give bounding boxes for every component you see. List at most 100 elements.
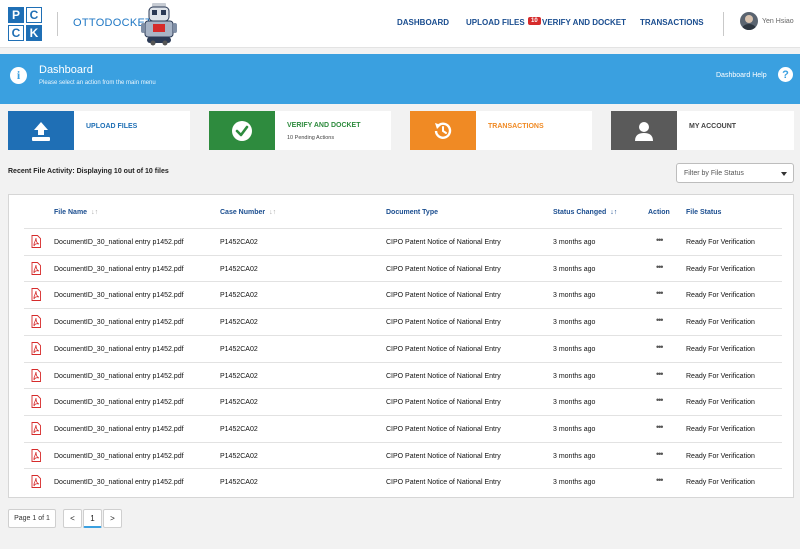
pdf-file-icon: [31, 341, 41, 355]
more-actions-icon[interactable]: •••: [656, 315, 664, 325]
file-status-cell: Ready For Verification: [686, 292, 755, 300]
status-changed-cell: 3 months ago: [553, 265, 596, 273]
logo-letter: K: [26, 25, 42, 41]
verify-count-badge: 10: [528, 17, 541, 25]
more-actions-icon[interactable]: •••: [656, 395, 664, 405]
case-number-cell: P1452CA02: [220, 479, 258, 487]
more-actions-icon[interactable]: •••: [656, 342, 664, 352]
document-type-cell: CIPO Patent Notice of National Entry: [386, 399, 501, 407]
verify-and-docket-label: VERIFY AND DOCKET: [287, 122, 361, 129]
document-type-cell: CIPO Patent Notice of National Entry: [386, 319, 501, 327]
page-1-button[interactable]: 1: [83, 509, 102, 528]
sort-active-icon[interactable]: ↓↑: [610, 209, 617, 216]
status-changed-cell: 3 months ago: [553, 292, 596, 300]
table-row[interactable]: DocumentID_30_national entry p1452.pdf P1…: [24, 414, 782, 442]
file-name-cell[interactable]: DocumentID_30_national entry p1452.pdf: [54, 346, 184, 353]
help-icon[interactable]: ?: [778, 67, 793, 82]
my-account-card[interactable]: MY ACCOUNT: [611, 111, 794, 150]
more-actions-icon[interactable]: •••: [656, 288, 664, 298]
document-type-cell: CIPO Patent Notice of National Entry: [386, 425, 501, 433]
nav-dashboard[interactable]: DASHBOARD: [397, 18, 449, 27]
upload-icon: [8, 111, 74, 150]
table-row[interactable]: DocumentID_30_national entry p1452.pdf P1…: [24, 308, 782, 335]
pdf-file-icon: [31, 288, 41, 302]
column-header-document-type: Document Type: [386, 209, 438, 216]
document-type-cell: CIPO Patent Notice of National Entry: [386, 345, 501, 353]
file-status-cell: Ready For Verification: [686, 452, 755, 460]
table-row[interactable]: DocumentID_30_national entry p1452.pdf P1…: [24, 468, 782, 495]
file-name-cell[interactable]: DocumentID_30_national entry p1452.pdf: [54, 239, 184, 246]
more-actions-icon[interactable]: •••: [656, 475, 664, 485]
table-row[interactable]: DocumentID_30_national entry p1452.pdf P1…: [24, 388, 782, 415]
case-number-cell: P1452CA02: [220, 425, 258, 433]
case-number-cell: P1452CA02: [220, 239, 258, 246]
case-number-cell: P1452CA02: [220, 399, 258, 407]
pcck-logo[interactable]: P C C K: [8, 7, 42, 41]
file-name-cell[interactable]: DocumentID_30_national entry p1452.pdf: [54, 426, 184, 433]
user-avatar[interactable]: [740, 12, 758, 30]
more-actions-icon[interactable]: •••: [656, 422, 664, 432]
upload-files-label: UPLOAD FILES: [86, 123, 138, 130]
nav-upload-files[interactable]: UPLOAD FILES: [466, 18, 525, 27]
file-status-cell: Ready For Verification: [686, 239, 755, 246]
table-row[interactable]: DocumentID_30_national entry p1452.pdf P1…: [24, 441, 782, 469]
header-label: File Status: [686, 209, 722, 216]
pdf-file-icon: [31, 261, 41, 275]
transactions-card[interactable]: TRANSACTIONS: [410, 111, 592, 150]
status-changed-cell: 3 months ago: [553, 452, 596, 460]
table-row[interactable]: DocumentID_30_national entry p1452.pdf P1…: [24, 334, 782, 362]
nav-transactions[interactable]: TRANSACTIONS: [640, 18, 704, 27]
recent-activity-title: Recent File Activity: Displaying 10 out …: [8, 168, 169, 175]
status-changed-cell: 3 months ago: [553, 399, 596, 407]
robot-mascot-icon: [141, 3, 177, 46]
status-changed-cell: 3 months ago: [553, 372, 596, 380]
prev-page-button[interactable]: <: [63, 509, 82, 528]
table-row[interactable]: DocumentID_30_national entry p1452.pdf P1…: [24, 228, 782, 255]
file-name-cell[interactable]: DocumentID_30_national entry p1452.pdf: [54, 292, 184, 299]
header-label: Case Number: [220, 209, 266, 216]
column-header-case-number[interactable]: Case Number ↓↑: [220, 209, 276, 216]
logo-letter: C: [26, 7, 42, 23]
nav-verify-and-docket[interactable]: VERIFY AND DOCKET: [542, 18, 626, 27]
info-icon: i: [10, 67, 27, 84]
file-name-cell[interactable]: DocumentID_30_national entry p1452.pdf: [54, 319, 184, 326]
header-label: Status Changed: [553, 209, 607, 216]
file-name-cell[interactable]: DocumentID_30_national entry p1452.pdf: [54, 266, 184, 273]
pdf-file-icon: [31, 315, 41, 329]
column-header-file-status: File Status: [686, 209, 721, 216]
more-actions-icon[interactable]: •••: [656, 449, 664, 459]
column-header-file-name[interactable]: File Name ↓↑: [54, 209, 98, 216]
document-type-cell: CIPO Patent Notice of National Entry: [386, 372, 501, 380]
top-navbar: P C C K OTTODOCKET DASHBOARD UPLOAD FILE…: [0, 0, 800, 48]
next-page-button[interactable]: >: [103, 509, 122, 528]
dashboard-help-link[interactable]: Dashboard Help: [716, 72, 767, 79]
case-number-cell: P1452CA02: [220, 319, 258, 327]
logo-divider: [57, 12, 58, 36]
file-name-cell[interactable]: DocumentID_30_national entry p1452.pdf: [54, 373, 184, 380]
transactions-label: TRANSACTIONS: [488, 123, 544, 130]
verify-and-docket-card[interactable]: VERIFY AND DOCKET 10 Pending Actions: [209, 111, 391, 150]
user-icon: [611, 111, 677, 150]
pdf-file-icon: [31, 421, 41, 435]
file-status-cell: Ready For Verification: [686, 345, 755, 353]
more-actions-icon[interactable]: •••: [656, 235, 664, 245]
file-name-cell[interactable]: DocumentID_30_national entry p1452.pdf: [54, 479, 184, 486]
user-name[interactable]: Yen Hsiao: [762, 18, 794, 25]
sort-icon[interactable]: ↓↑: [91, 209, 98, 216]
upload-files-card[interactable]: UPLOAD FILES: [8, 111, 190, 150]
file-status-filter[interactable]: Filter by File Status: [676, 163, 794, 183]
header-label: File Name: [54, 209, 88, 216]
more-actions-icon[interactable]: •••: [656, 369, 664, 379]
table-row[interactable]: DocumentID_30_national entry p1452.pdf P1…: [24, 281, 782, 308]
table-row[interactable]: DocumentID_30_national entry p1452.pdf P1…: [24, 361, 782, 389]
status-changed-cell: 3 months ago: [553, 479, 596, 487]
page-subtitle: Please select an action from the main me…: [39, 80, 156, 86]
table-row[interactable]: DocumentID_30_national entry p1452.pdf P1…: [24, 254, 782, 282]
pending-actions-text: 10 Pending Actions: [287, 135, 335, 141]
column-header-status-changed[interactable]: Status Changed ↓↑: [553, 209, 617, 216]
more-actions-icon[interactable]: •••: [656, 262, 664, 272]
file-name-cell[interactable]: DocumentID_30_national entry p1452.pdf: [54, 453, 184, 460]
pdf-file-icon: [31, 368, 41, 382]
sort-icon[interactable]: ↓↑: [269, 209, 276, 216]
file-name-cell[interactable]: DocumentID_30_national entry p1452.pdf: [54, 399, 184, 406]
